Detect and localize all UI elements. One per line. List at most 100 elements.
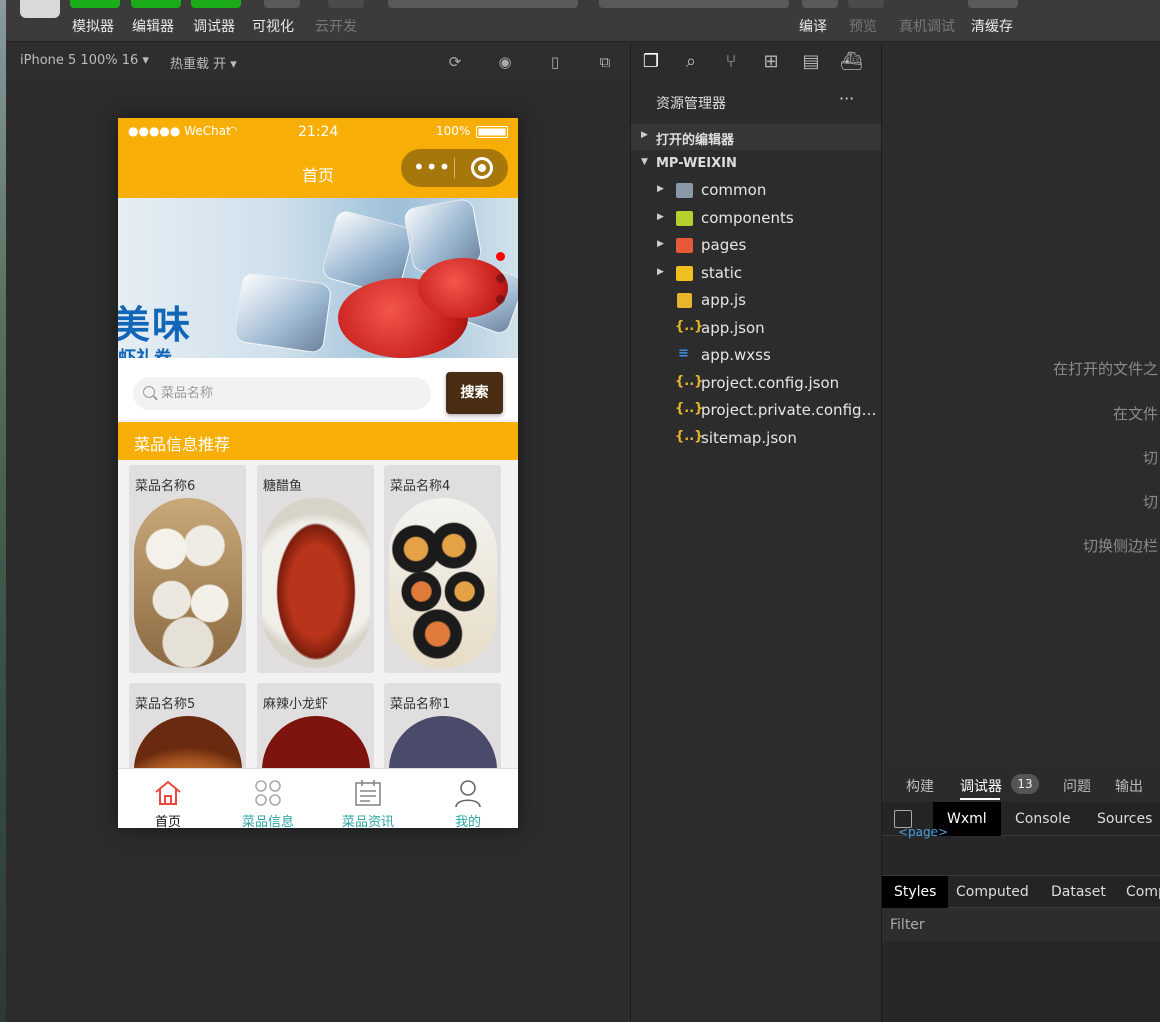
styles-filter (882, 908, 1160, 941)
device-debug-label[interactable]: 真机调试 (899, 16, 955, 36)
dish-name: 菜品名称5 (135, 697, 196, 712)
dish-image-dumplings[interactable] (134, 498, 242, 668)
tab-profile[interactable]: 我的 (418, 769, 518, 828)
tree-item-project-config[interactable]: {..} project.config.json (631, 372, 881, 398)
count-badge: 13 (1011, 774, 1039, 794)
time-label: 21:24 (298, 124, 339, 140)
nav-bar: 首页 ••• (118, 146, 518, 198)
rotate-icon[interactable]: ⟳ (446, 53, 464, 71)
tree-item-pages[interactable]: ▶ pages (631, 234, 881, 260)
carousel-dot-active[interactable] (496, 252, 505, 261)
editor-toggle[interactable] (131, 0, 181, 8)
simulator-label[interactable]: 模拟器 (72, 16, 114, 36)
dish-image-sushi[interactable] (389, 498, 497, 668)
pages-folder-icon (676, 238, 693, 253)
preview-label[interactable]: 预览 (849, 16, 877, 36)
tab-problems[interactable]: 问题 (1063, 776, 1091, 796)
tab-component[interactable]: Comp (1126, 884, 1160, 900)
tree-item-sitemap[interactable]: {..} sitemap.json (631, 427, 881, 453)
dish-card[interactable]: 菜品名称6 (129, 465, 246, 673)
chevron-right-icon: ▶ (657, 267, 664, 277)
device-select[interactable]: iPhone 5 100% 16 ▾ (20, 53, 149, 68)
tab-dataset[interactable]: Dataset (1051, 884, 1106, 900)
save-icon[interactable]: ▤ (800, 51, 822, 73)
cloud-label[interactable]: 云开发 (315, 16, 357, 36)
open-editors-section[interactable]: ▶ 打开的编辑器 (631, 124, 881, 150)
chevron-down-icon: ▼ (641, 157, 648, 167)
tab-dishes[interactable]: 菜品信息 (218, 769, 318, 828)
tree-item-app-json[interactable]: {..} app.json (631, 317, 881, 343)
docker-icon[interactable]: ⛴ (840, 51, 863, 73)
editor-label[interactable]: 编辑器 (132, 16, 174, 36)
active-tab-indicator (960, 798, 1000, 800)
search-input[interactable] (161, 377, 421, 410)
tree-item-app-wxss[interactable]: ≡ app.wxss (631, 344, 881, 370)
dish-name: 菜品名称1 (390, 697, 451, 712)
extensions-icon[interactable]: ⊞ (760, 51, 782, 73)
avatar[interactable] (20, 0, 60, 18)
json-file-icon: {..} (675, 319, 704, 334)
tree-item-app-js[interactable]: app.js (631, 289, 881, 315)
source-control-icon[interactable]: ⑂ (720, 51, 742, 73)
tree-item-project-private-config[interactable]: {..} project.private.config.json (631, 399, 881, 425)
dish-image-fish[interactable] (262, 498, 370, 668)
top-toolbar: 模拟器 编辑器 调试器 可视化 云开发 编译 预览 真机调试 清缓存 (6, 0, 1160, 42)
tab-news[interactable]: 菜品资讯 (318, 769, 418, 828)
dish-card[interactable]: 菜品名称4 (384, 465, 501, 673)
visual-toggle[interactable] (264, 0, 300, 8)
more-icon[interactable]: ••• (413, 155, 451, 179)
tree-item-label: app.js (701, 291, 746, 309)
popout-icon[interactable]: ⧉ (596, 53, 614, 71)
tab-console[interactable]: Console (1015, 811, 1071, 827)
search-button[interactable]: 搜索 (446, 372, 503, 414)
tab-output[interactable]: 输出 (1115, 776, 1143, 796)
phone-icon[interactable]: ▯ (546, 53, 564, 71)
debugger-toggle[interactable] (191, 0, 241, 8)
clear-cache-label[interactable]: 清缓存 (971, 16, 1013, 36)
debugger-label[interactable]: 调试器 (193, 16, 235, 36)
visual-label[interactable]: 可视化 (252, 16, 294, 36)
tab-build[interactable]: 构建 (906, 776, 934, 796)
clear-cache-button[interactable] (968, 0, 1018, 8)
filter-input[interactable] (890, 914, 1150, 936)
record-icon[interactable]: ◉ (496, 53, 514, 71)
compile-label[interactable]: 编译 (799, 16, 827, 36)
compile-button[interactable] (802, 0, 838, 8)
compile-mode-select[interactable] (599, 0, 789, 8)
tab-label: 我的 (454, 815, 481, 828)
tree-item-label: sitemap.json (701, 429, 797, 447)
search-icon[interactable]: ⌕ (680, 51, 702, 73)
dish-card[interactable]: 糖醋鱼 (257, 465, 374, 673)
simulator-toggle[interactable] (70, 0, 120, 8)
styles-tabs: Styles Computed Dataset Comp (882, 875, 1160, 908)
tab-home[interactable]: 首页 (118, 769, 218, 828)
hot-reload-toggle[interactable]: 热重载 开 ▾ (170, 53, 237, 72)
tree-item-label: app.wxss (701, 346, 771, 364)
tab-debugger[interactable]: 调试器 (960, 776, 1002, 796)
carousel-dot[interactable] (496, 295, 505, 304)
banner-carousel[interactable]: 美味 虾礼券 (118, 198, 518, 358)
project-section[interactable]: ▼ MP-WEIXIN (631, 151, 881, 177)
tab-computed[interactable]: Computed (956, 884, 1029, 900)
file-explorer: 资源管理器 ··· ▶ 打开的编辑器 ▼ MP-WEIXIN ▶ common … (631, 81, 881, 1022)
wxml-page-node[interactable]: <page> (898, 825, 948, 839)
close-mini-program-icon[interactable] (471, 157, 493, 179)
cloud-toggle[interactable] (328, 0, 364, 8)
tree-item-common[interactable]: ▶ common (631, 179, 881, 205)
preview-button[interactable] (848, 0, 884, 8)
section-label: 打开的编辑器 (656, 133, 735, 148)
tree-item-static[interactable]: ▶ static (631, 262, 881, 288)
more-actions-icon[interactable]: ··· (839, 89, 854, 108)
carousel-dot[interactable] (496, 274, 505, 283)
status-bar: ●●●●● WeChat ◠ 21:24 100% (118, 118, 518, 146)
section-title: 菜品信息推荐 (134, 435, 231, 454)
tab-styles[interactable]: Styles (882, 876, 949, 908)
tab-sources[interactable]: Sources (1097, 811, 1152, 827)
chevron-right-icon: ▶ (657, 212, 664, 222)
tree-item-components[interactable]: ▶ components (631, 207, 881, 233)
dish-name: 菜品名称4 (390, 479, 451, 494)
mode-select[interactable] (388, 0, 578, 8)
files-icon[interactable]: ❐ (640, 51, 662, 73)
ice-cube-image (233, 272, 333, 354)
tab-label: 菜品资讯 (341, 815, 394, 828)
